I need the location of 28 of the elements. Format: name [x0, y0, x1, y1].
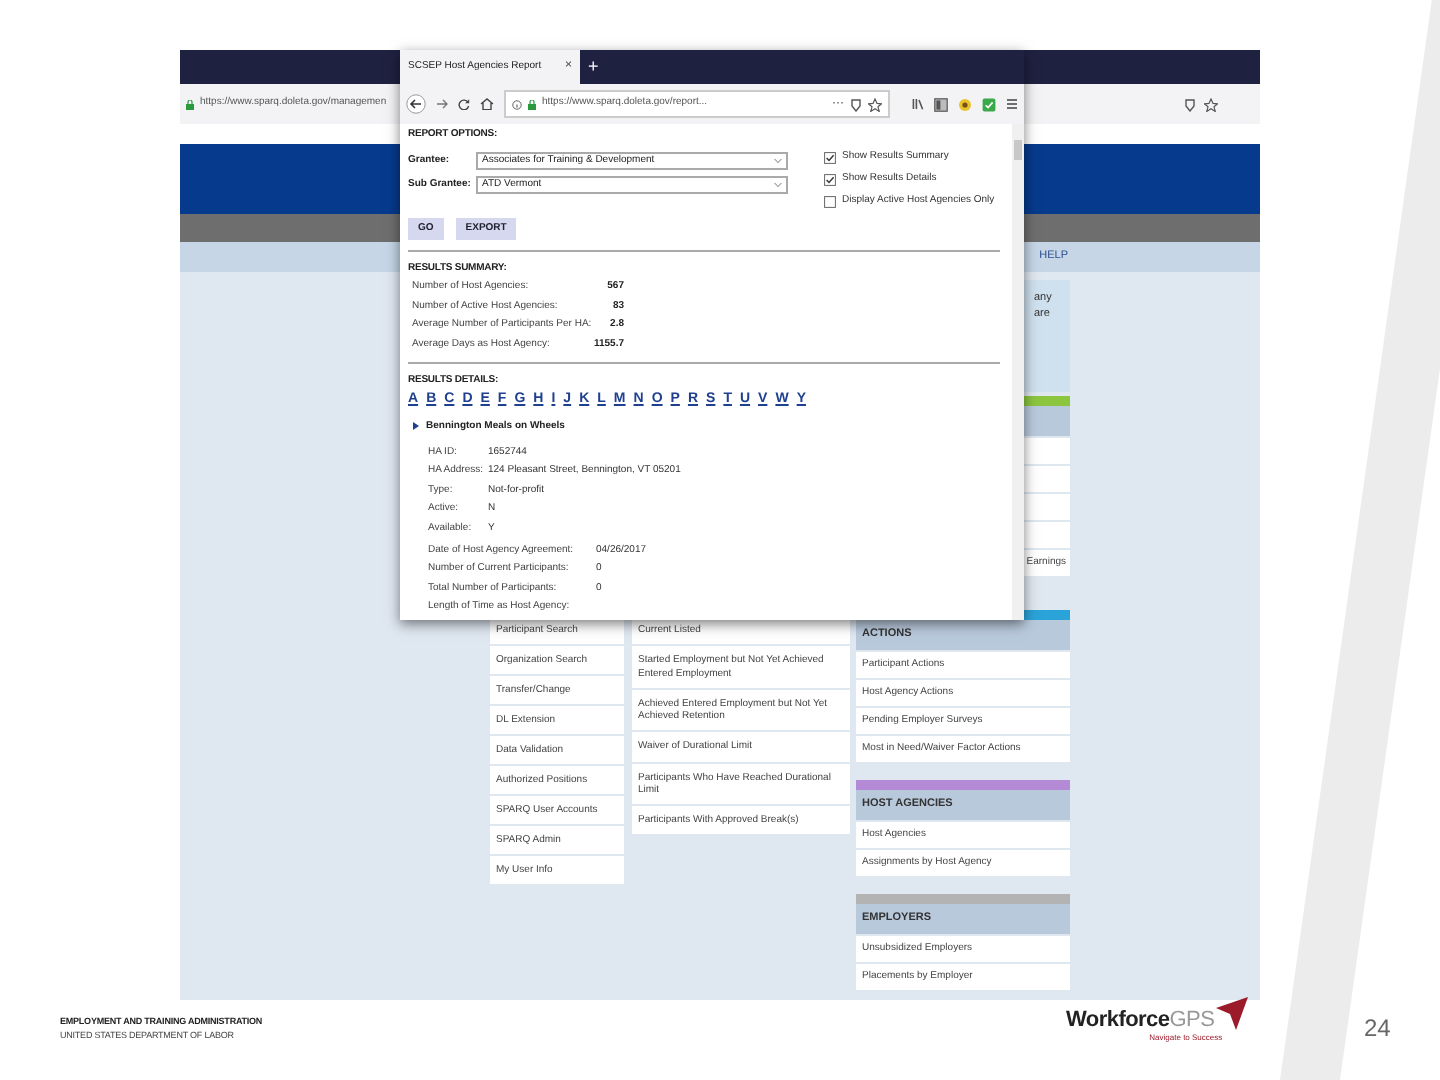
checkbox[interactable] [824, 195, 836, 207]
star-icon[interactable] [1204, 97, 1218, 111]
chevron-down-icon [774, 158, 782, 164]
info-icon [512, 99, 522, 109]
back-icon[interactable] [406, 94, 426, 114]
chevron-down-icon [774, 182, 782, 188]
reload-icon[interactable] [458, 98, 470, 110]
lock-icon [528, 99, 536, 109]
shield-icon[interactable] [850, 97, 862, 111]
scrollbar[interactable] [1012, 124, 1024, 620]
checkbox-checked[interactable] [824, 173, 836, 185]
new-tab-button[interactable]: + [588, 53, 599, 81]
library-icon[interactable] [912, 98, 924, 110]
menu-icon[interactable] [1006, 98, 1018, 110]
shield-icon[interactable] [1184, 97, 1196, 111]
triangle-right-icon[interactable] [412, 422, 420, 430]
extension-icon[interactable] [958, 97, 972, 111]
scrollbar-thumb[interactable] [1014, 140, 1022, 160]
lock-icon [186, 99, 194, 109]
extension-icon[interactable] [982, 97, 996, 111]
forward-icon[interactable] [436, 98, 448, 110]
sidebar-icon[interactable] [934, 97, 948, 111]
home-icon[interactable] [480, 98, 494, 110]
arrowhead-logo-icon [1214, 996, 1251, 1032]
star-icon[interactable] [868, 97, 882, 111]
checkbox-checked[interactable] [824, 151, 836, 163]
logo-text: WorkforceGPS [1066, 1010, 1215, 1032]
page-number: 24 [1364, 1012, 1391, 1046]
